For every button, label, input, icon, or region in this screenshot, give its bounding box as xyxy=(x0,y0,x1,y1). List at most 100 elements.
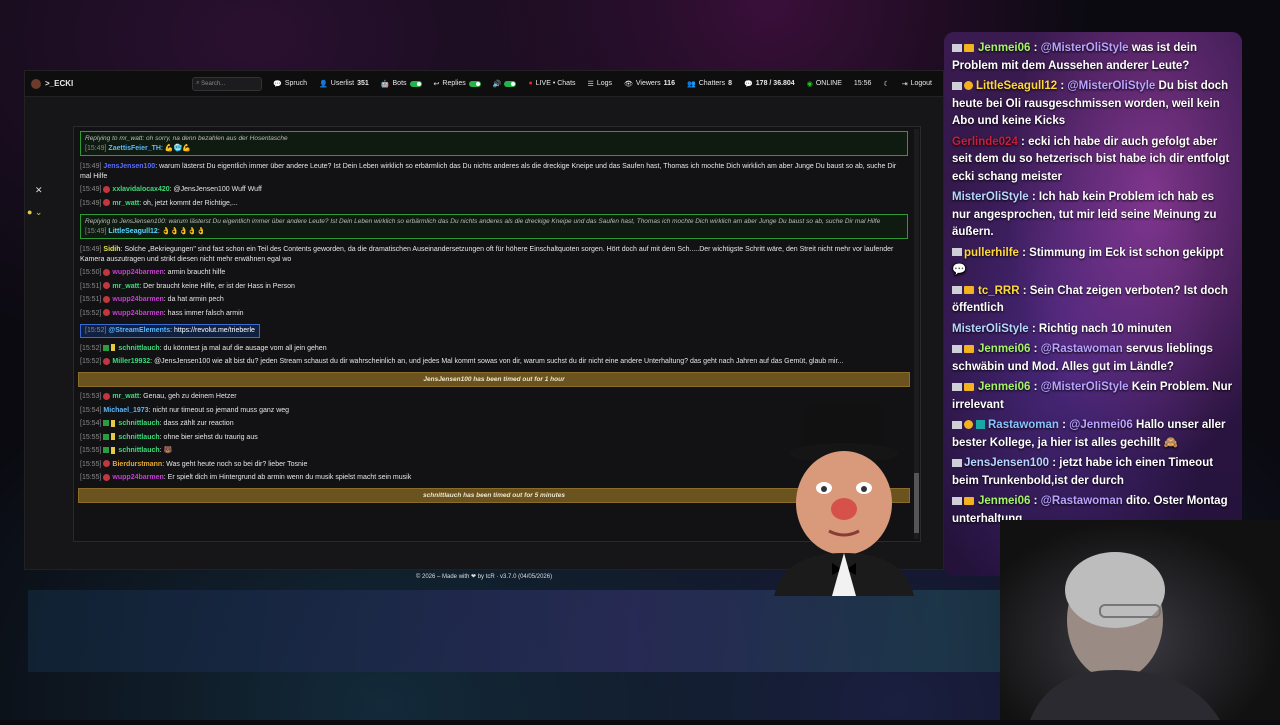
overlay-username: Rastawoman xyxy=(988,419,1059,431)
chat-username[interactable]: wupp24barmen xyxy=(112,296,163,303)
timestamp: [15:55] xyxy=(80,447,102,454)
user-badge-icon xyxy=(103,282,111,290)
chat-text: 👌👌👌👌👌 xyxy=(161,227,206,235)
timestamp: [15:49] xyxy=(80,199,102,207)
nav-chatters[interactable]: 👥 Chatters 8 xyxy=(682,77,737,91)
chat-username[interactable]: Bierdurstmann xyxy=(112,461,162,468)
mention: @Rastawoman xyxy=(1040,495,1123,507)
brand-label: >_ECKI xyxy=(45,79,74,88)
bot-icon: 🤖 xyxy=(380,80,390,88)
chat-username[interactable]: wupp24barmen xyxy=(112,474,163,481)
chat-message: Replying to mr_watt: oh sorry, na denn b… xyxy=(78,127,910,160)
chat-text: warum lästerst Du eigentlich immer über … xyxy=(80,163,897,180)
timestamp: [15:52] xyxy=(85,327,107,334)
dropdown-toggle[interactable]: ● ⌄ xyxy=(27,207,42,218)
theme-toggle[interactable]: ☾ xyxy=(878,77,894,91)
reply-icon: ↩ xyxy=(433,80,440,88)
mention: @MisterOliStyle xyxy=(1040,42,1129,54)
chat-username[interactable]: LittleSeagull12 xyxy=(108,228,157,235)
overlay-chat-message: LittleSeagull12 : @MisterOliStyle Du bis… xyxy=(952,78,1234,131)
footer: © 2026 – Made with ❤ by tcR · v3.7.0 (04… xyxy=(415,574,553,580)
chatters-icon: 👥 xyxy=(686,80,696,88)
timestamp: [15:49] xyxy=(85,144,107,152)
chat-username[interactable]: ZaettisFeier_TH xyxy=(108,145,161,152)
overlay-text: : xyxy=(1030,495,1041,507)
search-placeholder: Search... xyxy=(201,80,226,87)
chat-username[interactable]: Michael_1973 xyxy=(103,407,148,414)
chat-username[interactable]: mr_watt xyxy=(112,393,139,400)
close-icon[interactable]: ✕ xyxy=(35,185,43,196)
timestamp: [15:49] xyxy=(80,246,102,253)
chat-username[interactable]: @StreamElements xyxy=(108,327,170,334)
chat-text: Genau, geh zu deinem Hetzer xyxy=(143,393,237,400)
overlay-text: : xyxy=(1030,343,1041,355)
reply-reference: Replying to mr_watt: oh sorry, na denn b… xyxy=(85,135,288,142)
chat-username[interactable]: wupp24barmen xyxy=(112,310,163,317)
logs-icon: ☰ xyxy=(587,80,594,88)
chat-message: [15:49] xxlavidalocax420: @JensJensen100 … xyxy=(78,183,910,197)
chat-username[interactable]: schnittlauch xyxy=(118,420,159,427)
overlay-chat-message: Jenmei06 : @Rastawoman servus lieblings … xyxy=(952,341,1234,376)
nav-label: Spruch xyxy=(284,80,308,87)
mod-badge-icon xyxy=(103,420,110,427)
viewers-count: 116 xyxy=(663,80,675,87)
replies-toggle[interactable] xyxy=(468,80,481,87)
chat-text: hass immer falsch armin xyxy=(167,309,244,317)
timestamp: [15:51] xyxy=(80,282,102,290)
nav-sound[interactable]: 🔊 xyxy=(488,77,522,91)
subscriber-badge-icon xyxy=(964,43,974,52)
nav-label: LIVE • Chats xyxy=(535,80,576,87)
search-input[interactable]: ⌕ Search... xyxy=(192,76,263,91)
sound-toggle[interactable] xyxy=(504,80,517,87)
quote-icon: 💬 xyxy=(273,80,282,88)
nav-userlist[interactable]: 👤 Userlist 351 xyxy=(314,77,374,91)
brand[interactable]: >_ECKI xyxy=(31,78,74,89)
chat-username[interactable]: mr_watt xyxy=(112,283,139,290)
overlay-username: Jenmei06 xyxy=(978,495,1031,507)
nav-replies[interactable]: ↩ Replies xyxy=(429,77,486,91)
nav-spruch[interactable]: 💬 Spruch xyxy=(268,77,312,91)
nav-live-chats[interactable]: ● LIVE • Chats xyxy=(523,77,580,90)
chat-username[interactable]: schnittlauch xyxy=(118,434,159,441)
chat-username[interactable]: schnittlauch xyxy=(118,447,159,454)
overlay-chat-message: Gerlinde024 : ecki ich habe dir auch gef… xyxy=(952,134,1234,187)
overlay-chat-message: MisterOliStyle : Ich hab kein Problem ic… xyxy=(952,189,1234,242)
overlay-username: pullerhilfe xyxy=(964,246,1019,259)
userlist-count: 351 xyxy=(357,80,369,87)
chat-username[interactable]: wupp24barmen xyxy=(112,269,163,276)
chat-text: ohne bier siehst du traurig aus xyxy=(163,433,258,441)
bots-toggle[interactable] xyxy=(409,80,422,87)
chat-message: [15:49] mr_watt: oh, jetzt kommt der Rich… xyxy=(78,197,910,211)
chat-username[interactable]: schnittlauch xyxy=(118,345,159,352)
chat-message: [15:51] mr_watt: Der braucht keine Hilfe,… xyxy=(78,280,910,294)
nav-label: Userlist xyxy=(330,80,355,87)
chat-text: Was geht heute noch so bei dir? lieber T… xyxy=(166,460,308,468)
nav-logs[interactable]: ☰ Logs xyxy=(583,77,617,91)
nav-clock: 15:56 xyxy=(849,77,877,90)
chat-username[interactable]: Sidih xyxy=(103,246,120,253)
moderator-badge-icon xyxy=(952,420,962,429)
chat-text: oh, jetzt kommt der Richtige,... xyxy=(143,199,238,207)
dashboard-window: >_ECKI ⌕ Search... 💬 Spruch 👤 Userlist 351 … xyxy=(24,70,944,596)
chat-username[interactable]: mr_watt xyxy=(112,200,139,207)
nav-viewers[interactable]: 👁 Viewers 116 xyxy=(619,77,680,91)
moderator-badge-icon xyxy=(952,496,962,505)
user-icon: 👤 xyxy=(319,80,328,88)
chat-username[interactable]: Miller19932 xyxy=(112,358,150,365)
moderator-badge-icon xyxy=(952,344,962,353)
logout-button[interactable]: ⇥ Logout xyxy=(897,77,937,91)
chat-username[interactable]: JensJensen100 xyxy=(103,163,155,170)
mention: @Rastawoman xyxy=(1040,343,1123,355)
timeout-notice: JensJensen100 has been timed out for 1 h… xyxy=(78,371,910,387)
chat-message: [15:51] wupp24barmen: da hat armin pech xyxy=(78,293,910,307)
online-icon: ◉ xyxy=(806,80,813,88)
avatar-character xyxy=(774,403,914,596)
moderator-badge-icon xyxy=(952,43,962,52)
overlay-text: : xyxy=(1030,42,1041,54)
chat-username[interactable]: xxlavidalocax420 xyxy=(112,186,169,193)
overlay-text: : xyxy=(1030,381,1041,393)
moderator-badge-icon xyxy=(952,81,962,90)
moon-icon: ☾ xyxy=(883,80,890,88)
nav-messages[interactable]: 💬 178 / 36.804 xyxy=(739,77,800,91)
nav-bots[interactable]: 🤖 Bots xyxy=(376,77,427,91)
